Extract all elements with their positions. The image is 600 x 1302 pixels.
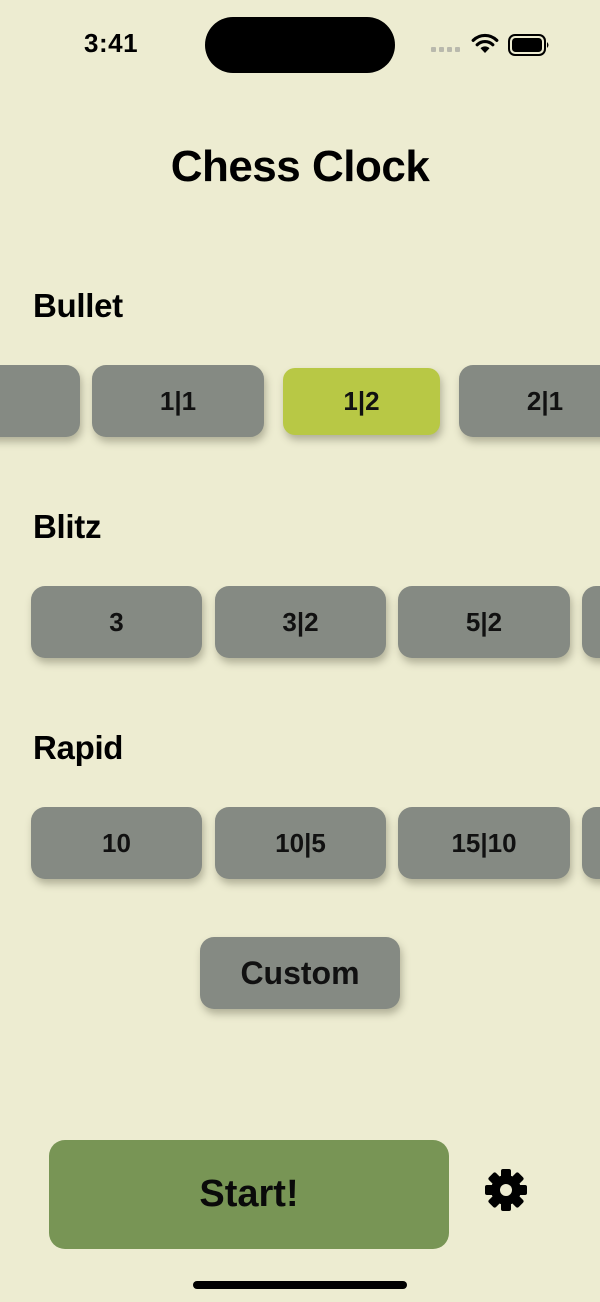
preset-button[interactable]: 10|5 <box>215 807 386 879</box>
preset-button[interactable]: 5|2 <box>398 586 570 658</box>
preset-button[interactable]: 3 <box>31 586 202 658</box>
preset-button[interactable] <box>582 586 600 658</box>
preset-row-blitz[interactable]: 3 3|2 5|2 <box>0 586 600 686</box>
status-bar: 3:41 <box>0 0 600 90</box>
home-indicator <box>193 1281 407 1289</box>
status-time: 3:41 <box>84 28 139 58</box>
preset-button[interactable]: 3|2 <box>215 586 386 658</box>
preset-button[interactable] <box>0 365 80 437</box>
preset-button[interactable]: 2|1 <box>459 365 600 437</box>
preset-button[interactable]: 15|10 <box>398 807 570 879</box>
preset-button[interactable] <box>582 807 600 879</box>
page-title: Chess Clock <box>170 142 430 191</box>
dynamic-island <box>205 17 395 73</box>
preset-row-rapid[interactable]: 10 10|5 15|10 <box>0 807 600 907</box>
preset-button[interactable]: 10 <box>31 807 202 879</box>
battery-icon <box>508 34 549 56</box>
preset-row-bullet[interactable]: 1|1 1|2 2|1 <box>0 365 600 465</box>
preset-button[interactable]: 1|1 <box>92 365 264 437</box>
wifi-icon <box>471 33 499 53</box>
section-title-bullet: Bullet <box>33 287 123 324</box>
settings-button[interactable] <box>482 1166 530 1214</box>
section-title-rapid: Rapid <box>33 729 124 766</box>
preset-button-selected[interactable]: 1|2 <box>283 368 440 435</box>
gear-icon <box>485 1169 527 1211</box>
cellular-signal-icon <box>431 47 461 53</box>
section-title-blitz: Blitz <box>33 508 102 545</box>
start-button[interactable]: Start! <box>49 1140 449 1249</box>
custom-button[interactable]: Custom <box>200 937 400 1009</box>
